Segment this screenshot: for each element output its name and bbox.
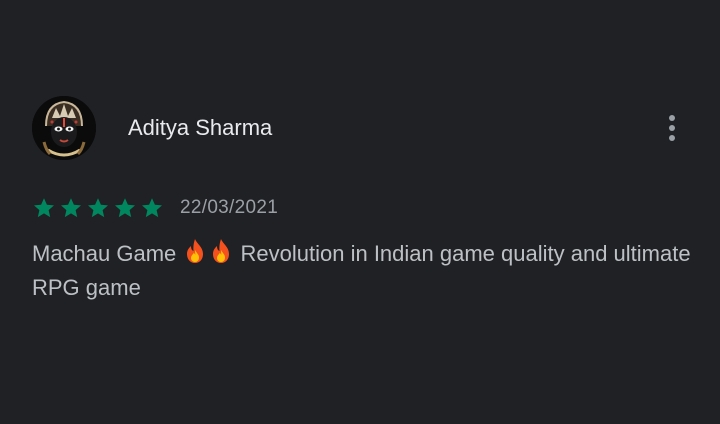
- avatar-image: [32, 96, 96, 160]
- more-vert-icon-dot: [669, 135, 675, 141]
- rating-row: 22/03/2021: [32, 194, 278, 222]
- review-card: Aditya Sharma 22/03/2021 Machau Game Rev…: [0, 0, 720, 424]
- review-text: Machau Game Revolution in Indian game qu…: [32, 237, 692, 305]
- star-icon: [113, 196, 137, 220]
- more-options-button[interactable]: [656, 110, 688, 146]
- emoji-group: [182, 238, 234, 266]
- more-vert-icon-dot: [669, 125, 675, 131]
- author-name: Aditya Sharma: [128, 115, 273, 140]
- fire-icon: [184, 238, 206, 264]
- fire-icon: [210, 238, 232, 264]
- review-text-part-1: Machau Game: [32, 241, 183, 266]
- review-date: 22/03/2021: [180, 197, 279, 218]
- star-icon: [59, 196, 83, 220]
- star-icon: [86, 196, 110, 220]
- star-icon: [140, 196, 164, 220]
- star-icon: [32, 196, 56, 220]
- more-vert-icon: [669, 115, 675, 121]
- avatar[interactable]: [32, 96, 96, 160]
- star-rating: [32, 196, 164, 220]
